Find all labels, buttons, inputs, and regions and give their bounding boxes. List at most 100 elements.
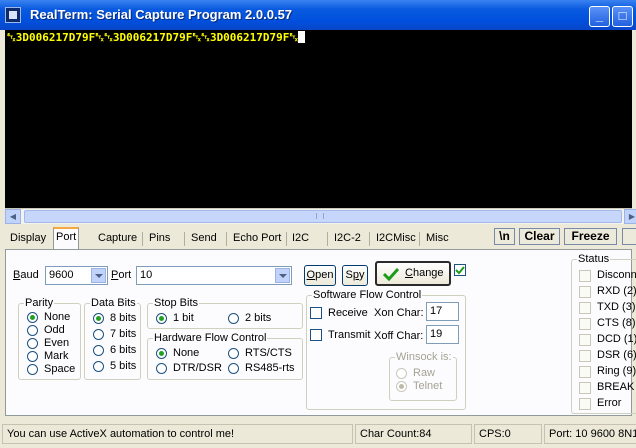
parity-title: Parity — [24, 297, 55, 309]
tab-pins[interactable]: Pins — [147, 230, 172, 249]
status-disconnect-indicator — [579, 270, 591, 282]
status-txd-label: TXD (3) — [597, 301, 636, 313]
data-bits-group: Data Bits 8 bits 7 bits 6 bits 5 bits — [84, 297, 141, 380]
winsock-telnet-radio[interactable] — [396, 381, 407, 392]
xoff-char-input[interactable]: 19 — [426, 325, 459, 344]
hardware-flow-title: Hardware Flow Control — [153, 332, 268, 344]
freeze-button[interactable]: Freeze — [564, 228, 617, 245]
cps-value: CPS:0 — [474, 424, 542, 444]
hw-flow-none-radio[interactable] — [156, 348, 167, 359]
status-dcd-label: DCD (1) — [597, 333, 636, 345]
hw-flow-rts-cts-radio[interactable] — [228, 348, 239, 359]
change-checkbox[interactable] — [454, 264, 466, 276]
status-break-indicator — [579, 382, 591, 394]
parity-mark-label: Mark — [44, 350, 69, 362]
data-bits-7-radio[interactable] — [93, 329, 104, 340]
baud-select[interactable]: 9600 — [45, 266, 108, 285]
parity-space-radio[interactable] — [27, 364, 38, 375]
parity-even-radio[interactable] — [27, 338, 38, 349]
status-rxd-label: RXD (2) — [597, 285, 636, 297]
hw-flow-none-label: None — [173, 347, 200, 359]
hw-flow-rs485-label: RS485-rts — [245, 362, 295, 374]
hw-flow-dtr-dsr-radio[interactable] — [156, 363, 167, 374]
checkmark-icon — [383, 267, 399, 281]
maximize-button[interactable]: □ — [612, 6, 633, 27]
scroll-left-icon[interactable]: ◀ — [5, 209, 21, 224]
chevron-down-icon[interactable] — [91, 268, 106, 283]
status-dcd-indicator — [579, 334, 591, 346]
status-group: Status Disconnect RXD (2) TXD (3) CTS (8… — [571, 253, 636, 414]
port-select[interactable]: 10 — [136, 266, 292, 285]
transmit-checkbox[interactable] — [310, 329, 322, 341]
receive-label: Receive — [328, 307, 368, 319]
spy-button[interactable]: Spy — [342, 265, 368, 286]
tab-port[interactable]: Port — [53, 227, 80, 249]
scrollbar-grip-icon — [316, 213, 324, 219]
stop-bits-1-radio[interactable] — [156, 313, 167, 324]
winsock-raw-label: Raw — [413, 367, 436, 379]
baud-value: 9600 — [49, 269, 74, 281]
status-message: You can use ActiveX automation to contro… — [2, 424, 353, 444]
hw-flow-rs485-radio[interactable] — [228, 363, 239, 374]
stop-bits-2-radio[interactable] — [228, 313, 239, 324]
winsock-raw-radio[interactable] — [396, 368, 407, 379]
status-rxd-indicator — [579, 286, 591, 298]
parity-odd-radio[interactable] — [27, 325, 38, 336]
overflow-button[interactable] — [622, 228, 636, 245]
horizontal-scrollbar[interactable]: ◀ ▶ — [5, 208, 636, 224]
tab-i2c[interactable]: I2C — [290, 230, 311, 249]
xoff-label: Xoff Char: — [374, 330, 424, 342]
port-tab-panel: Baud 9600 Port 10 Open Spy Change Parity… — [5, 249, 636, 416]
status-cts-indicator — [579, 318, 591, 330]
open-button[interactable]: Open — [304, 265, 336, 286]
title-bar[interactable]: RealTerm: Serial Capture Program 2.0.0.5… — [0, 0, 636, 30]
winsock-title: Winsock is: — [395, 351, 453, 363]
winsock-group: Winsock is: Raw Telnet — [389, 351, 457, 401]
tab-send[interactable]: Send — [189, 230, 219, 249]
parity-mark-radio[interactable] — [27, 351, 38, 362]
baud-label: Baud — [13, 269, 39, 281]
tab-display[interactable]: Display — [8, 230, 48, 249]
tab-i2c-2[interactable]: I2C-2 — [332, 230, 363, 249]
minimize-button[interactable]: _ — [589, 6, 610, 27]
port-info: Port: 10 9600 8N1 — [544, 424, 636, 444]
xon-char-input[interactable]: 17 — [426, 302, 459, 321]
terminal-display[interactable]: ␂3D006217D79F␃␂3D006217D79F␃␂3D006217D79… — [5, 30, 632, 208]
hardware-flow-group: Hardware Flow Control None RTS/CTS DTR/D… — [147, 332, 303, 380]
parity-group: Parity None Odd Even Mark Space — [18, 297, 81, 380]
data-bits-5-radio[interactable] — [93, 361, 104, 372]
status-title: Status — [577, 253, 611, 265]
status-dsr-label: DSR (6) — [597, 349, 636, 361]
scroll-right-icon[interactable]: ▶ — [624, 209, 636, 224]
terminal-cursor — [298, 31, 306, 43]
change-label: Change — [405, 267, 444, 279]
tab-misc[interactable]: Misc — [424, 230, 451, 249]
parity-none-radio[interactable] — [27, 312, 38, 323]
check-icon — [455, 266, 465, 275]
tab-echo-port[interactable]: Echo Port — [231, 230, 283, 249]
receive-checkbox[interactable] — [310, 307, 322, 319]
terminal-text: ␂3D006217D79F␃␂3D006217D79F␃␂3D006217D79… — [7, 31, 299, 44]
parity-odd-label: Odd — [44, 324, 65, 336]
char-count: Char Count:84 — [355, 424, 472, 444]
change-button[interactable]: Change — [375, 261, 451, 286]
tab-i2cmisc[interactable]: I2CMisc — [374, 230, 418, 249]
status-disconnect-label: Disconnect — [597, 269, 636, 281]
data-bits-8-radio[interactable] — [93, 313, 104, 324]
app-icon — [5, 7, 21, 23]
clear-button[interactable]: Clear — [519, 228, 560, 245]
stop-bits-2-label: 2 bits — [245, 312, 272, 324]
status-bar: You can use ActiveX automation to contro… — [0, 422, 636, 448]
newline-button[interactable]: \n — [494, 228, 515, 245]
data-bits-title: Data Bits — [90, 297, 137, 309]
chevron-down-icon[interactable] — [275, 268, 290, 283]
parity-none-label: None — [44, 311, 71, 323]
terminal-output: ␂3D006217D79F␃␂3D006217D79F␃␂3D006217D79… — [7, 31, 306, 45]
software-flow-group: Software Flow Control Receive Xon Char: … — [306, 289, 466, 410]
data-bits-6-radio[interactable] — [93, 345, 104, 356]
status-txd-indicator — [579, 302, 591, 314]
parity-space-label: Space — [44, 363, 76, 375]
tab-capture[interactable]: Capture — [96, 230, 139, 249]
port-label: Port — [111, 269, 132, 281]
status-ring-label: Ring (9) — [597, 365, 636, 377]
